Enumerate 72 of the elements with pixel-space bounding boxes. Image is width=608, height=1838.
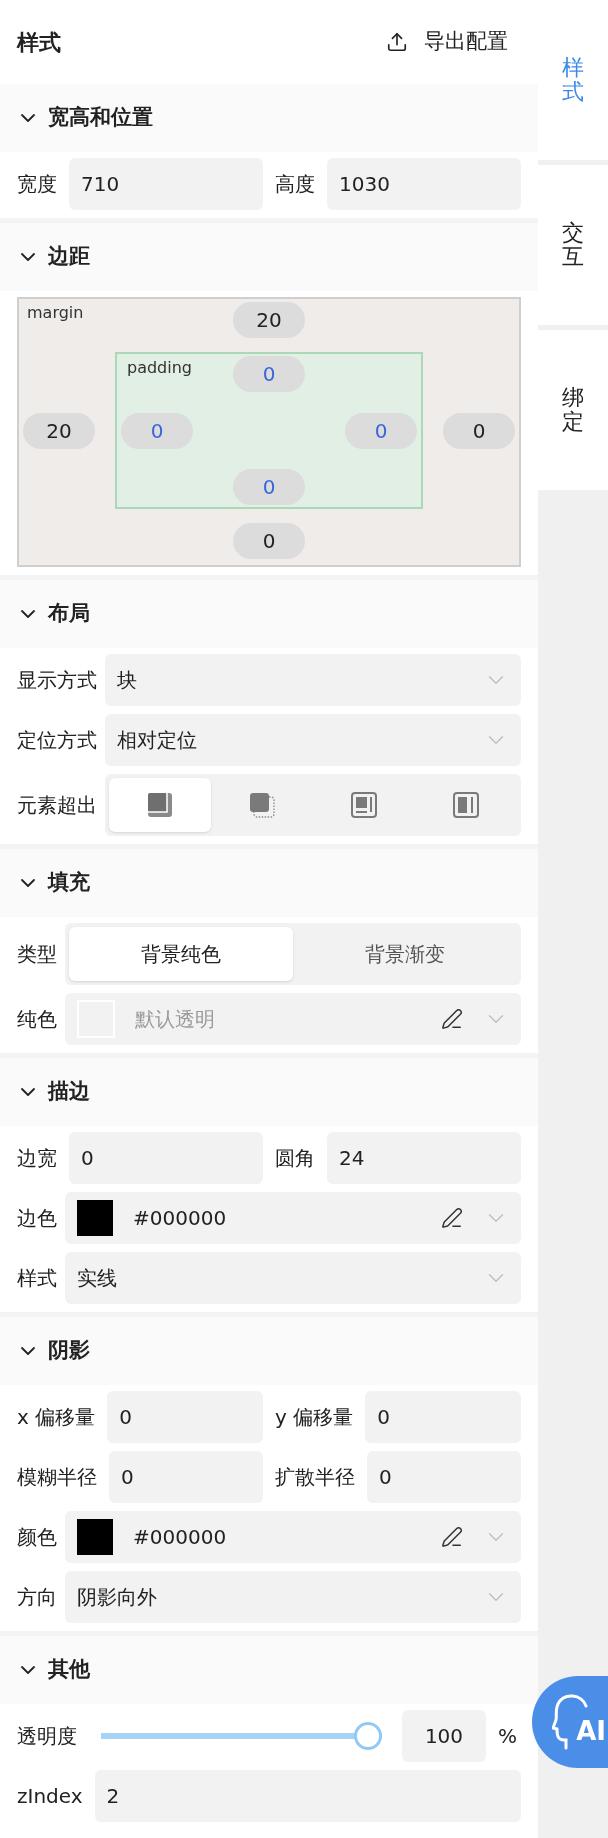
fill-type-tab[interactable]: 背景纯色 xyxy=(69,927,293,981)
field-label: 样式 xyxy=(17,1265,57,1292)
field-label: 透明度 xyxy=(17,1723,77,1750)
section-header[interactable]: 描边 xyxy=(0,1058,538,1126)
field-label: zIndex xyxy=(17,1783,83,1810)
input-field[interactable]: 100 xyxy=(402,1710,486,1762)
field-label: 边色 xyxy=(17,1205,57,1232)
input-field[interactable]: 710 xyxy=(69,158,263,210)
section-header[interactable]: 边距 xyxy=(0,223,538,291)
field-label: 边宽 xyxy=(17,1145,57,1172)
spacing-value[interactable]: 0 xyxy=(345,412,417,449)
select-field[interactable]: 块 xyxy=(105,654,521,706)
input-field[interactable]: 0 xyxy=(69,1132,263,1184)
upload-icon xyxy=(386,31,408,53)
input-field[interactable]: 0 xyxy=(367,1451,521,1503)
color-swatch xyxy=(77,1519,113,1555)
spacing-value[interactable]: 20 xyxy=(233,302,305,338)
panel-title: 样式 xyxy=(17,28,61,57)
framed-square-icon xyxy=(350,791,378,819)
section-header[interactable]: 布局 xyxy=(0,580,538,648)
input-field[interactable]: 2 xyxy=(94,1770,521,1822)
field-label: 扩散半径 xyxy=(275,1464,355,1491)
spacing-value[interactable]: 0 xyxy=(443,412,515,449)
fill-type-tab[interactable]: 背景渐变 xyxy=(293,927,517,981)
column-square-icon xyxy=(452,791,480,819)
select-field[interactable]: 相对定位 xyxy=(105,714,521,766)
side-tab[interactable]: 绑定 xyxy=(538,330,608,490)
field-label: 颜色 xyxy=(17,1524,57,1551)
shadow-square-icon xyxy=(146,791,174,819)
input-field[interactable]: 0 xyxy=(365,1391,521,1443)
field-label: 方向 xyxy=(17,1584,57,1611)
field-label: 模糊半径 xyxy=(17,1464,97,1491)
field-label: 类型 xyxy=(17,941,57,968)
field-label: x 偏移量 xyxy=(17,1404,96,1431)
side-tab[interactable]: 样式 xyxy=(538,0,608,160)
section-header[interactable]: 宽高和位置 xyxy=(0,84,538,152)
pencil-icon[interactable] xyxy=(441,1207,463,1229)
unit-label: % xyxy=(498,1723,518,1750)
padding-label: padding xyxy=(127,357,192,379)
section-header[interactable]: 填充 xyxy=(0,849,538,917)
select-field[interactable]: 实线 xyxy=(65,1252,521,1304)
spacing-value[interactable]: 0 xyxy=(233,523,305,559)
input-field[interactable]: 0 xyxy=(109,1451,263,1503)
margin-label: margin xyxy=(27,302,84,324)
side-tab[interactable]: 交互 xyxy=(538,165,608,325)
overflow-option[interactable] xyxy=(109,778,211,832)
spacing-value[interactable]: 0 xyxy=(233,356,305,392)
color-field[interactable]: #000000 xyxy=(65,1192,521,1244)
dotted-square-icon xyxy=(248,791,276,819)
field-label: 宽度 xyxy=(17,171,57,198)
field-label: 高度 xyxy=(275,171,315,198)
field-label: 显示方式 xyxy=(17,667,97,694)
input-field[interactable]: 1030 xyxy=(327,158,521,210)
select-field[interactable]: 阴影向外 xyxy=(65,1571,521,1623)
field-label: y 偏移量 xyxy=(275,1404,354,1431)
spacing-value[interactable]: 0 xyxy=(233,469,305,505)
spacing-value[interactable]: 0 xyxy=(121,412,193,449)
field-label: 定位方式 xyxy=(17,727,97,754)
pencil-icon[interactable] xyxy=(441,1008,463,1030)
section-header[interactable]: 阴影 xyxy=(0,1317,538,1385)
field-label: 纯色 xyxy=(17,1006,57,1033)
spacing-value[interactable]: 20 xyxy=(23,412,95,449)
color-field[interactable]: #000000 xyxy=(65,1511,521,1563)
section-header[interactable]: 其他 xyxy=(0,1636,538,1704)
export-button[interactable]: 导出配置 xyxy=(386,26,508,58)
slider-thumb[interactable] xyxy=(354,1722,382,1750)
input-field[interactable]: 24 xyxy=(327,1132,521,1184)
color-swatch xyxy=(77,1200,113,1236)
field-label: 元素超出 xyxy=(17,792,97,819)
pencil-icon[interactable] xyxy=(441,1526,463,1548)
input-field[interactable]: 0 xyxy=(107,1391,263,1443)
field-label: 圆角 xyxy=(275,1145,315,1172)
